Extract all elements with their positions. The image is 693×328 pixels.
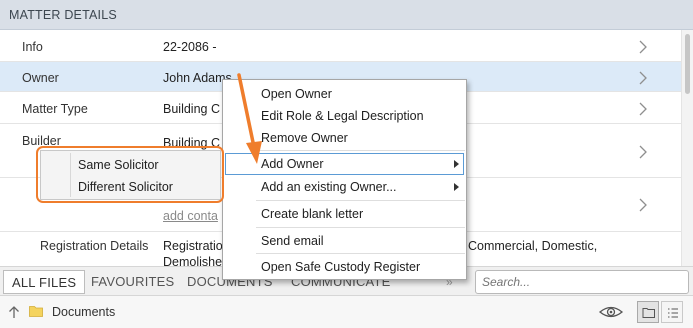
add-contact-link[interactable]: add conta [163,209,218,223]
menu-separator [256,150,465,151]
menu-item-label: Remove Owner [261,131,348,145]
row-label-registration-details: Registration Details [40,239,149,253]
row-label-owner: Owner [22,71,59,85]
up-arrow-icon[interactable] [8,305,20,319]
submenu-arrow-icon [454,160,459,168]
row-value-registration-line2: Demolishe [163,255,223,266]
row-value-matter-type: Building C [163,102,220,116]
tab-all-files[interactable]: ALL FILES [3,270,86,294]
folder-icon [29,306,43,317]
row-value-registration-right: Commercial, Domestic, [468,239,598,253]
menu-item-label: Edit Role & Legal Description [261,109,424,123]
folder-view-icon [642,308,655,318]
matter-details-header: MATTER DETAILS [0,0,693,30]
chevron-right-icon[interactable] [638,40,648,54]
matter-details-title: MATTER DETAILS [9,8,117,22]
details-scrollbar[interactable] [681,30,693,266]
menu-item-label: Open Owner [261,87,332,101]
folder-path-bar: Documents [0,296,693,328]
folder-view-button[interactable] [637,301,659,323]
submenu-highlight-callout [36,146,224,203]
search-input[interactable] [482,274,682,290]
scrollbar-thumb[interactable] [685,34,690,94]
breadcrumb-documents[interactable]: Documents [52,305,115,319]
menu-item-add-owner[interactable]: Add Owner [225,153,464,175]
chevron-right-icon[interactable] [638,71,648,85]
menu-item-label: Add an existing Owner... [261,180,397,194]
eye-icon[interactable] [598,303,624,321]
menu-item-label: Add Owner [261,157,324,171]
owner-context-menu: Open Owner Edit Role & Legal Description… [222,79,467,280]
menu-item-label: Send email [261,234,324,248]
menu-separator [256,200,465,201]
list-view-icon [668,308,678,318]
menu-item-label: Create blank letter [261,207,364,221]
row-value-info: 22-2086 - [163,40,217,54]
list-view-button[interactable] [661,301,683,323]
menu-separator [256,253,465,254]
row-label-info: Info [22,40,43,54]
chevron-right-icon[interactable] [638,145,648,159]
menu-item-add-existing-owner[interactable]: Add an existing Owner... [225,176,464,198]
menu-item-create-blank-letter[interactable]: Create blank letter [225,203,464,225]
menu-item-open-owner[interactable]: Open Owner [225,83,464,105]
menu-item-open-safe-custody[interactable]: Open Safe Custody Register [225,256,464,278]
menu-separator [256,227,465,228]
menu-item-remove-owner[interactable]: Remove Owner [225,127,464,149]
row-value-registration: Registratio [163,239,223,253]
tab-favourites[interactable]: FAVOURITES [91,274,174,289]
menu-item-label: Open Safe Custody Register [261,260,421,274]
row-label-matter-type: Matter Type [22,102,88,116]
search-box[interactable] [475,270,689,294]
submenu-arrow-icon [454,183,459,191]
chevron-right-icon[interactable] [638,102,648,116]
chevron-right-icon[interactable] [638,198,648,212]
menu-item-edit-role[interactable]: Edit Role & Legal Description [225,105,464,127]
row-info[interactable]: Info 22-2086 - [0,30,681,62]
menu-item-send-email[interactable]: Send email [225,230,464,252]
